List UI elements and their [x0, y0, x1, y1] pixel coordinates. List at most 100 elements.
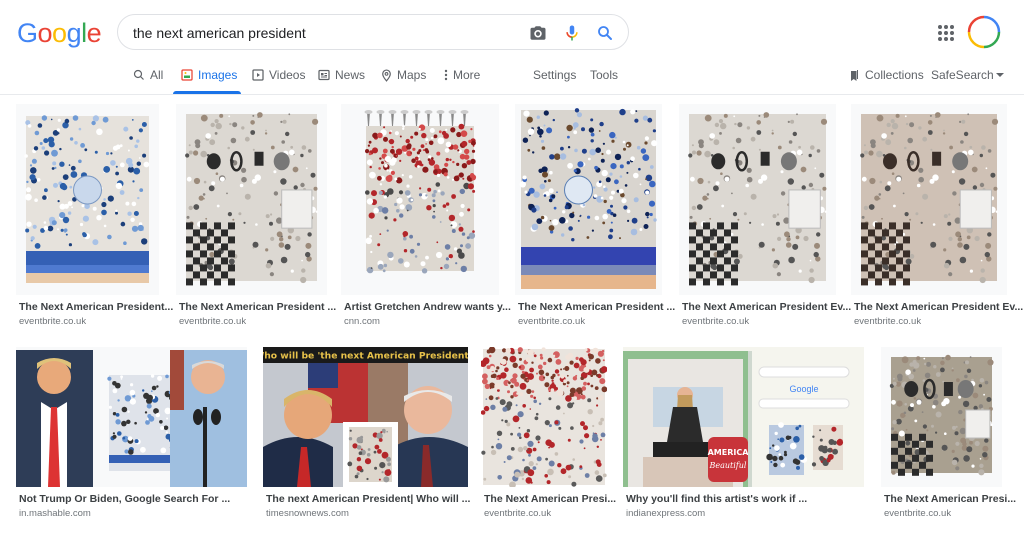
settings-label: Settings — [533, 68, 577, 82]
result-thumbnail[interactable]: AMERICA Beautiful Google — [623, 347, 864, 487]
tools-label: Tools — [590, 68, 619, 82]
image-result-card[interactable]: The Next American Presi... eventbrite.co.… — [481, 347, 616, 527]
result-title[interactable]: The Next American President Ev... — [854, 301, 1023, 313]
camera-icon[interactable] — [529, 24, 547, 42]
article-thumbnail-image: AMERICA Beautiful Google — [623, 347, 864, 487]
safesearch-dropdown[interactable]: SafeSearch — [931, 68, 1004, 82]
artwork-image — [679, 104, 836, 295]
overlay-text: Beautiful — [709, 461, 747, 470]
image-result-card[interactable]: The Next American President ... eventbrit… — [515, 104, 675, 335]
result-title[interactable]: Not Trump Or Biden, Google Search For ..… — [19, 493, 230, 505]
result-thumbnail[interactable] — [176, 104, 327, 295]
logo-letter: e — [86, 18, 102, 48]
tab-all[interactable]: All — [133, 68, 163, 82]
news-thumbnail-image: Who will be 'the next American President… — [263, 347, 468, 487]
result-title[interactable]: The Next American President ... — [518, 301, 675, 313]
artwork-image — [481, 347, 607, 487]
artwork-image — [176, 104, 327, 295]
tools-button[interactable]: Tools — [590, 68, 618, 82]
artwork-image — [16, 104, 159, 295]
result-thumbnail[interactable] — [679, 104, 836, 295]
collage-image — [16, 347, 247, 487]
result-source[interactable]: timesnownews.com — [266, 508, 349, 519]
tab-maps[interactable]: Maps — [381, 68, 426, 82]
logo-letter: g — [66, 18, 82, 48]
overlay-text: AMERICA — [708, 448, 750, 457]
result-title[interactable]: The Next American Presi... — [884, 493, 1016, 505]
tab-images[interactable]: Images — [181, 68, 237, 82]
artwork-image — [881, 347, 1002, 487]
apps-grid-icon[interactable] — [938, 25, 954, 41]
result-source[interactable]: eventbrite.co.uk — [682, 316, 749, 327]
result-thumbnail[interactable]: Who will be 'the next American President… — [263, 347, 468, 487]
image-result-card[interactable]: The Next American President Ev... eventbr… — [679, 104, 851, 335]
result-source[interactable]: eventbrite.co.uk — [884, 508, 951, 519]
result-title[interactable]: The Next American President Ev... — [682, 301, 851, 313]
result-source[interactable]: eventbrite.co.uk — [518, 316, 585, 327]
image-result-card[interactable]: Who will be 'the next American President… — [263, 347, 470, 527]
result-source[interactable]: cnn.com — [344, 316, 380, 327]
settings-button[interactable]: Settings — [533, 68, 576, 82]
image-result-card[interactable]: The Next American Presi... eventbrite.co.… — [881, 347, 1016, 527]
result-title[interactable]: The Next American President ... — [179, 301, 336, 313]
video-icon — [252, 69, 264, 81]
search-icon — [133, 69, 145, 81]
tab-videos[interactable]: Videos — [252, 68, 305, 82]
tab-label: Maps — [397, 68, 427, 82]
result-thumbnail[interactable] — [341, 104, 499, 295]
more-vert-icon — [444, 69, 448, 81]
tab-more[interactable]: More — [444, 68, 480, 82]
result-source[interactable]: indianexpress.com — [626, 508, 705, 519]
overlay-text: Who will be 'the next American President… — [263, 351, 468, 362]
result-source[interactable]: eventbrite.co.uk — [484, 508, 551, 519]
image-result-card[interactable]: The Next American President Ev... eventbr… — [851, 104, 1023, 335]
bookmark-icon — [849, 69, 860, 82]
caret-down-icon — [995, 72, 1004, 78]
result-title[interactable]: Artist Gretchen Andrew wants y... — [344, 301, 511, 313]
logo-letter: G — [17, 18, 38, 48]
artwork-image — [515, 104, 662, 295]
result-source[interactable]: eventbrite.co.uk — [19, 316, 86, 327]
result-thumbnail[interactable] — [515, 104, 662, 295]
image-result-card[interactable]: AMERICA Beautiful Google Why you'll find th… — [623, 347, 864, 527]
result-thumbnail[interactable] — [481, 347, 607, 487]
tab-news[interactable]: News — [318, 68, 365, 82]
image-icon — [181, 69, 193, 81]
tab-label: More — [453, 68, 481, 82]
result-source[interactable]: in.mashable.com — [19, 508, 91, 519]
result-title[interactable]: The Next American Presi... — [484, 493, 616, 505]
collections-label: Collections — [865, 68, 924, 82]
tab-label: All — [150, 68, 164, 82]
result-thumbnail[interactable] — [16, 347, 247, 487]
image-result-card[interactable]: Not Trump Or Biden, Google Search For ..… — [16, 347, 247, 527]
account-avatar[interactable] — [967, 15, 1001, 49]
result-source[interactable]: eventbrite.co.uk — [854, 316, 921, 327]
result-title[interactable]: Why you'll find this artist's work if ..… — [626, 493, 807, 505]
tab-label: Videos — [269, 68, 306, 82]
search-input[interactable] — [133, 22, 513, 44]
search-icon[interactable] — [596, 24, 614, 42]
artwork-image — [341, 104, 499, 295]
logo-letter: o — [37, 18, 53, 48]
result-thumbnail[interactable] — [851, 104, 1007, 295]
result-title[interactable]: The next American President| Who will ..… — [266, 493, 470, 505]
result-title[interactable]: The Next American President... — [19, 301, 173, 313]
result-source[interactable]: eventbrite.co.uk — [179, 316, 246, 327]
tab-label: Images — [198, 68, 238, 82]
collections-button[interactable]: Collections — [849, 68, 924, 82]
safesearch-label: SafeSearch — [931, 68, 994, 82]
search-tabs: All Images Videos News Maps More Setting… — [0, 62, 1024, 95]
logo-letter: o — [52, 18, 67, 48]
microphone-icon[interactable] — [563, 24, 581, 42]
artwork-image — [851, 104, 1007, 295]
search-box — [117, 14, 629, 50]
result-thumbnail[interactable] — [881, 347, 1002, 487]
result-thumbnail[interactable] — [16, 104, 159, 295]
google-logo[interactable]: Google — [17, 18, 102, 49]
news-icon — [318, 69, 330, 81]
image-result-card[interactable]: The Next American President... eventbrite… — [16, 104, 173, 335]
image-result-card[interactable]: Artist Gretchen Andrew wants y... cnn.com — [341, 104, 511, 335]
image-result-card[interactable]: The Next American President ... eventbrit… — [176, 104, 336, 335]
tab-label: News — [335, 68, 366, 82]
header: Google All Images — [0, 0, 1024, 95]
